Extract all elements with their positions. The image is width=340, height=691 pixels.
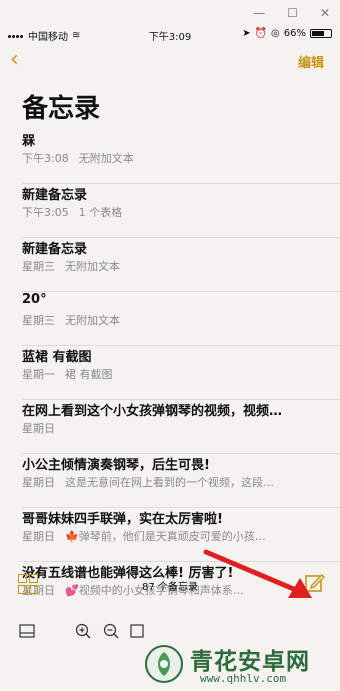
note-preview: 无附加文本 [65,260,120,273]
list-item[interactable]: 新建备忘录 星期三 无附加文本 [0,238,340,292]
note-date: 星期三 [22,260,55,273]
list-item[interactable]: 新建备忘录 下午3:05 1 个表格 [0,184,340,238]
location-icon: ➤ [242,28,251,39]
watermark-name: 青花安卓网 [190,649,310,675]
note-date: 星期日 [22,476,55,489]
watermark-url: www.qhhlv.com [200,672,287,685]
note-title: 新建备忘录 [22,242,88,257]
edit-button[interactable]: 编辑 [298,52,324,71]
orientation-lock-icon: ◎ [271,28,280,39]
note-title: 小公主倾情演奏钢琴，后生可畏! [22,458,210,473]
list-item[interactable]: 在网上看到这个小女孩弹钢琴的视频，视频… 星期日 [0,400,340,454]
note-title: 在网上看到这个小女孩弹钢琴的视频，视频… [22,404,283,419]
red-arrow-annotation [203,549,312,598]
window-layout-icon[interactable] [18,622,36,640]
actual-size-icon[interactable] [128,622,146,640]
note-title: 哥哥妹妹四手联弹，实在太厉害啦! [22,512,223,527]
list-item[interactable]: 蓝裙 有截图 星期一裙 有截图 [0,346,340,400]
note-date: 星期日 [22,530,55,543]
close-icon[interactable]: ✕ [320,6,330,20]
note-title: 蓝裙 有截图 [22,350,92,365]
note-title: 新建备忘录 [22,188,88,203]
watermark-logo-icon [145,645,183,683]
note-date: 星期三 [22,314,55,327]
nav-bar: ‹ 编辑 [0,49,340,72]
note-preview: 1 个表格 [78,206,123,219]
maximize-icon[interactable]: ☐ [287,6,298,20]
note-date: 星期日 [22,422,55,435]
note-preview: 🍁弹琴前，他们是天真顽皮可爱的小孩… [65,530,266,543]
list-item[interactable]: 小公主倾情演奏钢琴，后生可畏! 星期日 这是无意间在网上看到的一个视频，这段… [0,454,340,508]
note-date: 下午3:08 [22,152,69,165]
note-date: 星期一 [22,368,55,381]
note-preview: 裙 有截图 [65,368,113,381]
chevron-left-icon[interactable]: ‹ [10,49,19,71]
watermark: 青花安卓网 www.qhhlv.com [144,640,334,688]
zoom-out-icon[interactable] [102,622,120,640]
window-controls: — ☐ ✕ [253,6,330,20]
list-item[interactable]: 槑 下午3:08 无附加文本 [0,130,340,184]
note-preview: 这是无意间在网上看到的一个视频，这段… [65,476,274,489]
page-title: 备忘录 [22,94,101,124]
battery-icon [310,29,332,38]
note-title: 槑 [22,134,36,149]
status-bar: 中国移动 ≋ 下午3:09 ➤ ⏰ ◎ 66% [0,28,340,44]
note-preview: 无附加文本 [65,314,120,327]
battery-percent: 66% [283,28,306,39]
list-item[interactable]: 20° 星期三 无附加文本 [0,292,340,346]
note-preview: 无附加文本 [78,152,134,165]
window-chrome: — ☐ ✕ [0,0,340,20]
note-title: 20° [22,292,47,307]
zoom-in-icon[interactable] [74,622,92,640]
minimize-icon[interactable]: — [253,6,265,20]
alarm-icon: ⏰ [254,28,268,39]
note-date: 下午3:05 [22,206,69,219]
